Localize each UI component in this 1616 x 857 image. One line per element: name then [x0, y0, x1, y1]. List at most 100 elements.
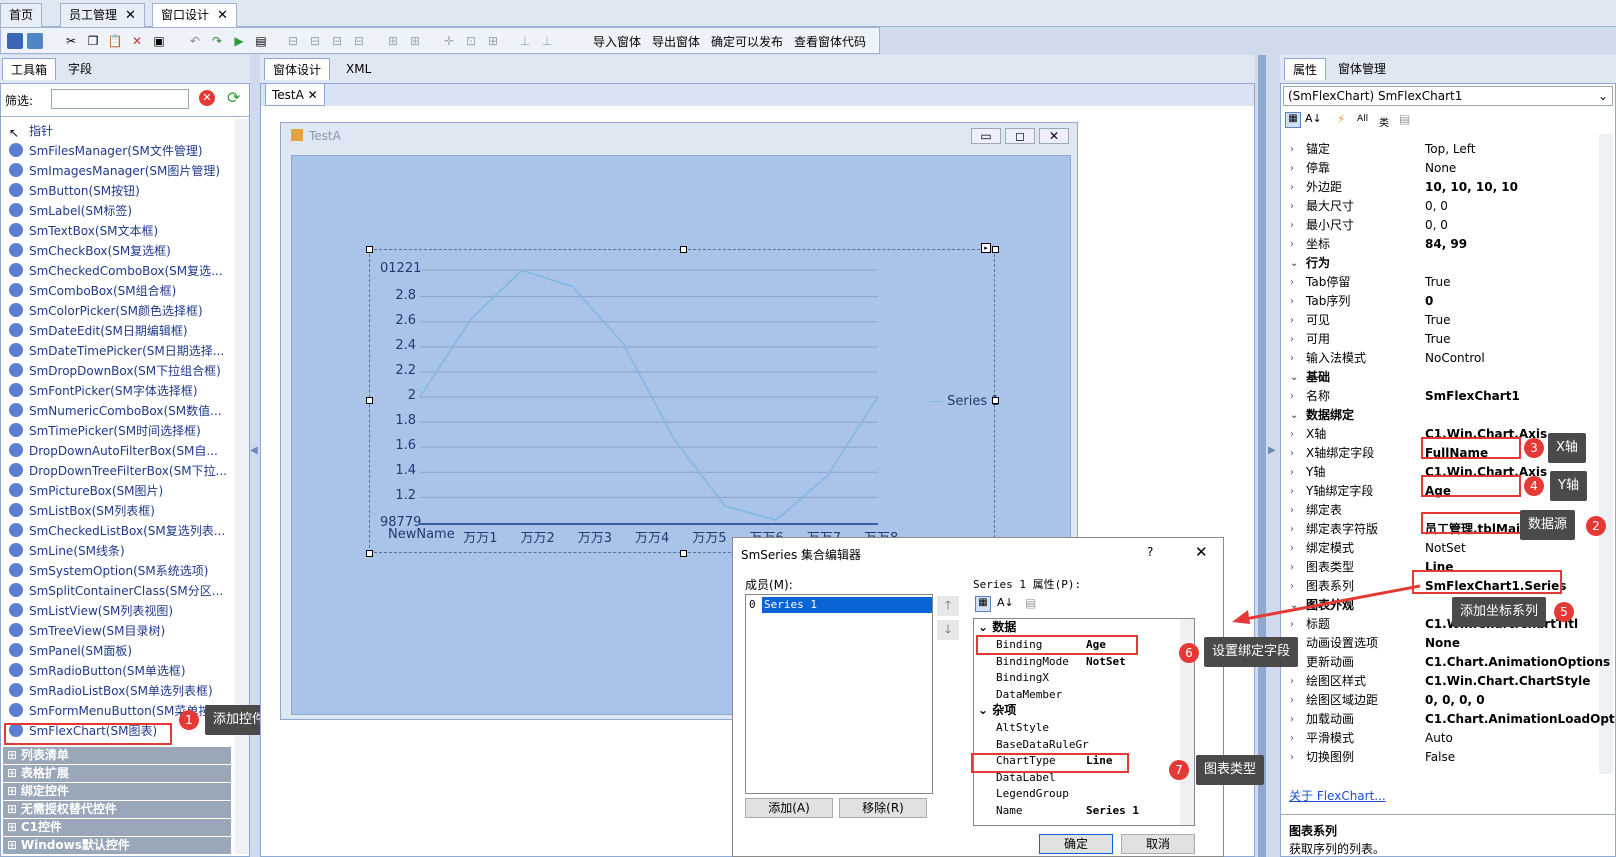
chevron-down-icon[interactable]: ⌄ — [1290, 254, 1298, 273]
chevron-right-icon[interactable]: › — [1290, 558, 1294, 577]
property-value[interactable]: 0, 0 — [1425, 216, 1448, 235]
resize-handle[interactable] — [366, 246, 373, 253]
tab-form-manager[interactable]: 窗体管理 — [1330, 58, 1394, 80]
property-value[interactable]: 0, 0 — [1425, 197, 1448, 216]
property-value[interactable]: C1.Chart.AnimationLoadOpt — [1425, 710, 1615, 729]
pages-icon[interactable]: ▤ — [1399, 112, 1410, 126]
dialog-section[interactable]: ⌄ 数据 — [978, 619, 1178, 636]
property-row[interactable]: › 平滑模式 Auto — [1288, 729, 1598, 748]
property-row[interactable]: › 最小尺寸 0, 0 — [1288, 216, 1598, 235]
property-row[interactable]: ›更新动画C1.Chart.AnimationOptions — [1288, 653, 1610, 672]
chevron-right-icon[interactable]: › — [1290, 444, 1294, 463]
categorized-icon[interactable]: ▦ — [1285, 112, 1301, 128]
property-value[interactable]: True — [1425, 273, 1451, 292]
property-value[interactable]: 84, 99 — [1425, 235, 1467, 254]
smart-tag-icon[interactable]: ▸ — [981, 243, 991, 253]
dialog-property-row[interactable]: LegendGroup — [996, 785, 1196, 802]
chevron-right-icon[interactable]: › — [1290, 672, 1294, 691]
chevron-right-icon[interactable]: › — [1290, 691, 1294, 710]
events-icon[interactable]: ⚡ — [1337, 112, 1345, 126]
alphabetical-icon[interactable]: A↓ — [997, 596, 1014, 609]
property-value[interactable]: True — [1425, 311, 1451, 330]
chevron-down-icon[interactable]: ⌄ — [978, 620, 992, 634]
tab-properties[interactable]: 属性 — [1284, 58, 1327, 80]
property-value[interactable]: 10, 10, 10, 10 — [1425, 178, 1518, 197]
property-value[interactable]: SmFlexChart1 — [1425, 387, 1520, 406]
chevron-right-icon[interactable]: › — [1290, 520, 1294, 539]
property-category[interactable]: ⌄ 基础 — [1288, 368, 1598, 387]
chevron-right-icon[interactable]: › — [1290, 140, 1294, 159]
dialog-property-row[interactable]: DataMember — [996, 686, 1196, 703]
property-row[interactable]: › 绑定模式 NotSet — [1288, 539, 1598, 558]
dialog-property-row[interactable]: AltStyle — [996, 719, 1196, 736]
ok-button[interactable]: 确定 — [1039, 834, 1113, 854]
chevron-right-icon[interactable]: › — [1290, 330, 1294, 349]
resize-handle[interactable] — [366, 550, 373, 557]
property-category[interactable]: ⌄ 行为 — [1288, 254, 1598, 273]
property-row[interactable]: › 坐标 84, 99 — [1288, 235, 1598, 254]
chevron-right-icon[interactable]: › — [1290, 235, 1294, 254]
property-row[interactable]: › 锚定 Top, Left — [1288, 140, 1598, 159]
chevron-right-icon[interactable]: › — [1290, 292, 1294, 311]
property-category[interactable]: ⌄ 数据绑定 — [1288, 406, 1598, 425]
resize-handle[interactable] — [366, 397, 373, 404]
property-value[interactable]: C1.Chart.AnimationOptions — [1425, 653, 1610, 672]
chevron-right-icon[interactable]: › — [1290, 311, 1294, 330]
dialog-section[interactable]: ⌄ 杂项 — [978, 702, 1178, 719]
property-row[interactable]: › Tab序列 0 — [1288, 292, 1598, 311]
dialog-property-row[interactable]: BindingMode NotSet — [996, 653, 1196, 670]
property-row[interactable]: › 输入法模式 NoControl — [1288, 349, 1598, 368]
property-value[interactable]: 0 — [1425, 292, 1433, 311]
add-button[interactable]: 添加(A) — [745, 798, 833, 818]
property-row[interactable]: › 切换图例 False — [1288, 748, 1598, 767]
dialog-property-row[interactable]: BaseDataRuleGr — [996, 736, 1196, 753]
resize-handle[interactable] — [992, 246, 999, 253]
resize-handle[interactable] — [992, 397, 999, 404]
dialog-close-icon[interactable]: ✕ — [1195, 543, 1208, 561]
flexchart-help-link[interactable]: 关于 FlexChart... — [1289, 787, 1386, 804]
chevron-right-icon[interactable]: › — [1290, 729, 1294, 748]
categorized-icon[interactable]: ▦ — [975, 596, 991, 612]
all-icon[interactable]: All — [1357, 114, 1368, 124]
property-value[interactable]: NotSet — [1425, 539, 1466, 558]
chevron-right-icon[interactable]: › — [1290, 748, 1294, 767]
resize-handle[interactable] — [680, 550, 687, 557]
move-up-icon[interactable]: 🡑 — [937, 596, 959, 616]
property-value[interactable]: NoControl — [1425, 349, 1485, 368]
chevron-right-icon[interactable]: › — [1290, 159, 1294, 178]
pages-icon[interactable]: ▤ — [1025, 596, 1036, 610]
move-down-icon[interactable]: 🡓 — [937, 620, 959, 640]
property-row[interactable]: › 可用 True — [1288, 330, 1598, 349]
chevron-right-icon[interactable]: › — [1290, 387, 1294, 406]
property-value[interactable]: None — [1425, 159, 1456, 178]
chevron-down-icon[interactable]: ⌄ — [1290, 406, 1298, 425]
property-value[interactable]: False — [1425, 748, 1455, 767]
property-row[interactable]: › 外边距 10, 10, 10, 10 — [1288, 178, 1598, 197]
resize-handle[interactable] — [680, 246, 687, 253]
chevron-right-icon[interactable]: › — [1290, 273, 1294, 292]
property-value[interactable]: True — [1425, 330, 1451, 349]
object-selector[interactable]: (SmFlexChart) SmFlexChart1 ⌄ — [1283, 86, 1613, 106]
chevron-right-icon[interactable]: › — [1290, 178, 1294, 197]
property-value[interactable]: 0, 0, 0, 0 — [1425, 691, 1485, 710]
property-row[interactable]: › 加载动画 C1.Chart.AnimationLoadOpt — [1288, 710, 1615, 729]
help-icon[interactable]: ? — [1147, 545, 1153, 559]
chevron-right-icon[interactable]: › — [1290, 197, 1294, 216]
member-item[interactable]: Series 1 — [762, 597, 932, 613]
property-row[interactable]: › 可见 True — [1288, 311, 1598, 330]
chevron-right-icon[interactable]: › — [1290, 539, 1294, 558]
chevron-down-icon[interactable]: ⌄ — [978, 703, 992, 717]
class-icon[interactable]: 类 — [1379, 114, 1389, 129]
chevron-right-icon[interactable]: › — [1290, 216, 1294, 235]
property-row[interactable]: › 名称 SmFlexChart1 — [1288, 387, 1598, 406]
chevron-right-icon[interactable]: › — [1290, 482, 1294, 501]
remove-button[interactable]: 移除(R) — [839, 798, 927, 818]
chevron-right-icon[interactable]: › — [1290, 349, 1294, 368]
property-row[interactable]: ›动画设置选项None — [1288, 634, 1598, 653]
chevron-right-icon[interactable]: › — [1290, 710, 1294, 729]
property-row[interactable]: › Tab停留 True — [1288, 273, 1598, 292]
property-row[interactable]: › 最大尺寸 0, 0 — [1288, 197, 1598, 216]
chevron-right-icon[interactable]: › — [1290, 501, 1294, 520]
property-row[interactable]: › 停靠 None — [1288, 159, 1598, 178]
alphabetical-icon[interactable]: A↓ — [1305, 112, 1322, 125]
